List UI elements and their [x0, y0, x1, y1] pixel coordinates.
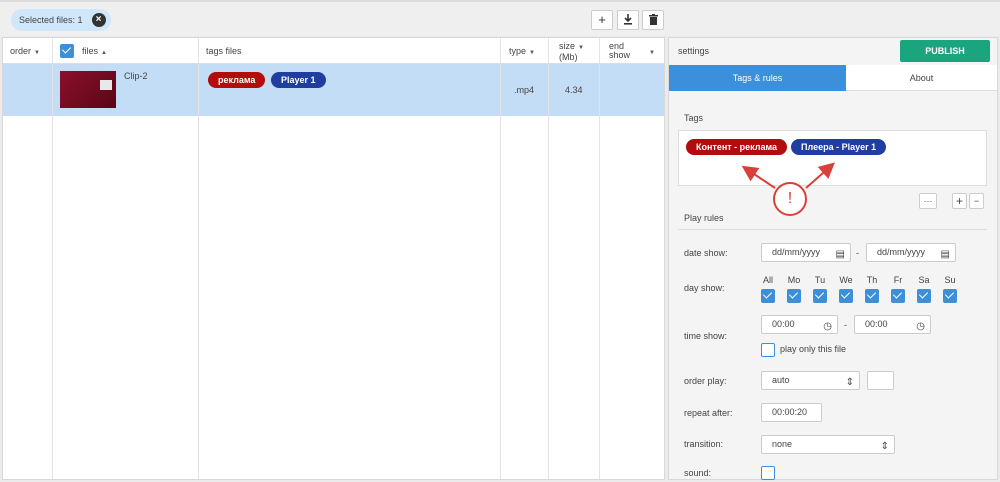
day-checkbox-mo[interactable] [787, 289, 801, 303]
top-toolbar: Selected files: 1 × + [0, 0, 1000, 36]
tab-tags-rules[interactable]: Tags & rules [669, 65, 846, 91]
add-tag-button[interactable]: + [952, 193, 967, 209]
day-checkbox-we[interactable] [839, 289, 853, 303]
selected-files-label: Selected files: 1 [19, 15, 83, 25]
select-arrows-icon: ⇕ [845, 377, 854, 388]
play-only-label: play only this file [780, 344, 847, 354]
repeat-after-label: repeat after: [684, 408, 733, 418]
day-checkbox-su[interactable] [943, 289, 957, 303]
more-options-button[interactable]: ··· [919, 193, 937, 209]
play-rules-label: Play rules [684, 213, 724, 223]
file-tag[interactable]: реклама [208, 72, 266, 88]
transition-select[interactable]: none ⇕ [761, 435, 895, 454]
select-arrows-icon: ⇕ [880, 441, 889, 452]
sound-label: sound: [684, 468, 712, 478]
size-column-header[interactable]: size ▼ (Mb) [559, 42, 584, 68]
tags-column-header: tags files [206, 46, 242, 56]
warning-icon: ! [773, 182, 807, 216]
selected-files-chip: Selected files: 1 × [11, 9, 111, 31]
file-thumbnail [60, 71, 116, 108]
trash-icon [648, 14, 658, 25]
day-checkbox-th[interactable] [865, 289, 879, 303]
download-button[interactable] [617, 10, 639, 30]
type-column-header[interactable]: type ▼ [509, 38, 535, 64]
date-show-label: date show: [684, 248, 728, 258]
calendar-icon: ▤ [940, 249, 950, 260]
repeat-after-field[interactable]: 00:00:20 [761, 403, 822, 422]
files-column-header[interactable]: files ▲ [82, 38, 107, 64]
clock-icon: ◷ [823, 321, 832, 332]
plus-icon: + [598, 12, 606, 27]
settings-panel: settings PUBLISH Tags & rules About Tags… [668, 37, 998, 480]
play-only-checkbox[interactable] [761, 343, 775, 357]
transition-label: transition: [684, 439, 724, 449]
sort-down-icon: ▼ [578, 45, 584, 51]
tab-about[interactable]: About [846, 65, 997, 91]
calendar-icon: ▤ [835, 249, 845, 260]
date-to-field[interactable]: dd/mm/yyyy ▤ [866, 243, 956, 262]
chevron-down-icon[interactable]: ▼ [646, 38, 655, 64]
order-column-header[interactable]: order ▼ [10, 38, 40, 64]
order-play-extra-field[interactable] [867, 371, 894, 390]
day-checkbox-all[interactable] [761, 289, 775, 303]
settings-title: settings [678, 46, 710, 56]
day-checkbox-fr[interactable] [891, 289, 905, 303]
sort-up-icon: ▲ [101, 50, 107, 56]
download-icon [624, 14, 632, 25]
time-to-field[interactable]: 00:00 ◷ [854, 315, 931, 334]
day-checkbox-tu[interactable] [813, 289, 827, 303]
order-play-label: order play: [684, 376, 727, 386]
day-checkbox-sa[interactable] [917, 289, 931, 303]
file-type: .mp4 [514, 85, 535, 95]
tags-label: Tags [684, 113, 704, 123]
settings-tabs: Tags & rules About [669, 65, 997, 91]
sort-down-icon: ▼ [34, 50, 40, 56]
content-tag[interactable]: Контент - реклама [686, 139, 788, 155]
time-show-label: time show: [684, 331, 728, 341]
file-size: 4.34 [565, 85, 583, 95]
player-tag[interactable]: Плеера - Player 1 [791, 139, 887, 155]
delete-button[interactable] [642, 10, 664, 30]
order-play-select[interactable]: auto ⇕ [761, 371, 860, 390]
remove-tag-button[interactable]: − [969, 193, 984, 209]
table-header: order ▼ files ▲ tags files type ▼ size ▼ (Mb)… [3, 38, 664, 64]
tags-box[interactable]: Контент - реклама Плеера - Player 1 [678, 130, 987, 186]
publish-button[interactable]: PUBLISH [900, 40, 990, 62]
day-show-label: day show: [684, 283, 725, 293]
sort-down-icon: ▼ [529, 50, 535, 56]
time-from-field[interactable]: 00:00 ◷ [761, 315, 838, 334]
select-all-checkbox[interactable] [60, 44, 74, 58]
date-from-field[interactable]: dd/mm/yyyy ▤ [761, 243, 851, 262]
add-file-button[interactable]: + [591, 10, 613, 30]
sound-checkbox[interactable] [761, 466, 775, 480]
clear-selection-icon[interactable]: × [91, 13, 106, 27]
file-table: order ▼ files ▲ tags files type ▼ size ▼ (Mb)… [2, 37, 665, 480]
file-tag[interactable]: Player 1 [271, 72, 326, 88]
file-name: Clip-2 [124, 71, 148, 81]
clock-icon: ◷ [916, 321, 925, 332]
end-show-column-header[interactable]: end show [609, 42, 630, 68]
